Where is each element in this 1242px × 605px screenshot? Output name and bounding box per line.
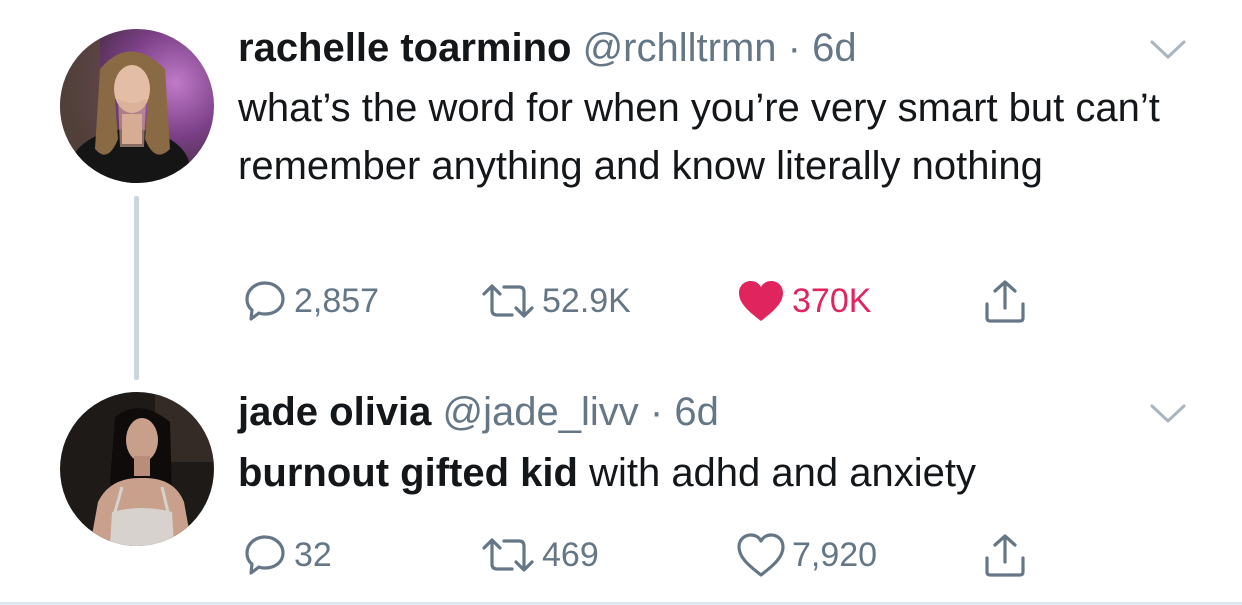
share-upload-icon: [985, 534, 1025, 577]
chevron-down-icon[interactable]: [1148, 38, 1188, 62]
tweet-text: burnout gifted kid with adhd and anxiety: [238, 444, 1178, 502]
avatar-photo: [60, 29, 214, 183]
avatar-photo: [60, 392, 214, 546]
retweet-count: 469: [542, 535, 599, 574]
retweet-arrows-icon: [482, 284, 534, 318]
handle[interactable]: @rchlltrmn: [583, 26, 777, 70]
action-bar: 2,857 52.9K 370K: [238, 276, 1058, 326]
tweet-text-bold: burnout gifted kid: [238, 451, 578, 495]
like-button[interactable]: 370K: [736, 276, 871, 326]
avatar[interactable]: [60, 29, 214, 183]
handle[interactable]: @jade_livv: [443, 390, 639, 434]
avatar[interactable]: [60, 392, 214, 546]
thread-line: [134, 196, 139, 380]
timestamp[interactable]: 6d: [812, 26, 857, 70]
retweet-button[interactable]: 52.9K: [480, 276, 631, 326]
tweet-text-rest: with adhd and anxiety: [577, 451, 976, 495]
like-count: 370K: [792, 281, 872, 320]
reply-button[interactable]: 32: [242, 530, 332, 580]
like-button[interactable]: 7,920: [736, 530, 877, 580]
retweet-button[interactable]: 469: [480, 530, 599, 580]
heart-icon: [739, 281, 783, 321]
tweet[interactable]: rachelle toarmino @rchlltrmn · 6d what’s…: [0, 0, 1242, 380]
display-name[interactable]: rachelle toarmino: [238, 26, 571, 70]
tweet-text: what’s the word for when you’re very sma…: [238, 86, 1160, 188]
like-count: 7,920: [792, 535, 878, 574]
tweet[interactable]: jade olivia @jade_livv · 6d burnout gift…: [0, 380, 1242, 602]
reply-count: 32: [294, 535, 332, 574]
speech-bubble-icon: [245, 281, 285, 321]
separator: ·: [787, 26, 801, 70]
speech-bubble-icon: [245, 535, 285, 575]
reply-count: 2,857: [294, 281, 380, 320]
share-button[interactable]: [982, 530, 1028, 580]
separator: ·: [649, 390, 664, 434]
retweet-count: 52.9K: [542, 281, 631, 320]
timestamp[interactable]: 6d: [674, 390, 719, 434]
action-bar: 32 469 7,920: [238, 530, 1058, 580]
tweet-header: rachelle toarmino @rchlltrmn · 6d: [238, 24, 857, 72]
share-button[interactable]: [982, 276, 1028, 326]
share-upload-icon: [985, 280, 1025, 323]
heart-icon: [737, 533, 785, 577]
chevron-down-icon[interactable]: [1148, 402, 1188, 426]
tweet-header: jade olivia @jade_livv · 6d: [238, 388, 719, 436]
retweet-arrows-icon: [482, 538, 534, 572]
display-name[interactable]: jade olivia: [238, 390, 431, 434]
reply-button[interactable]: 2,857: [242, 276, 379, 326]
